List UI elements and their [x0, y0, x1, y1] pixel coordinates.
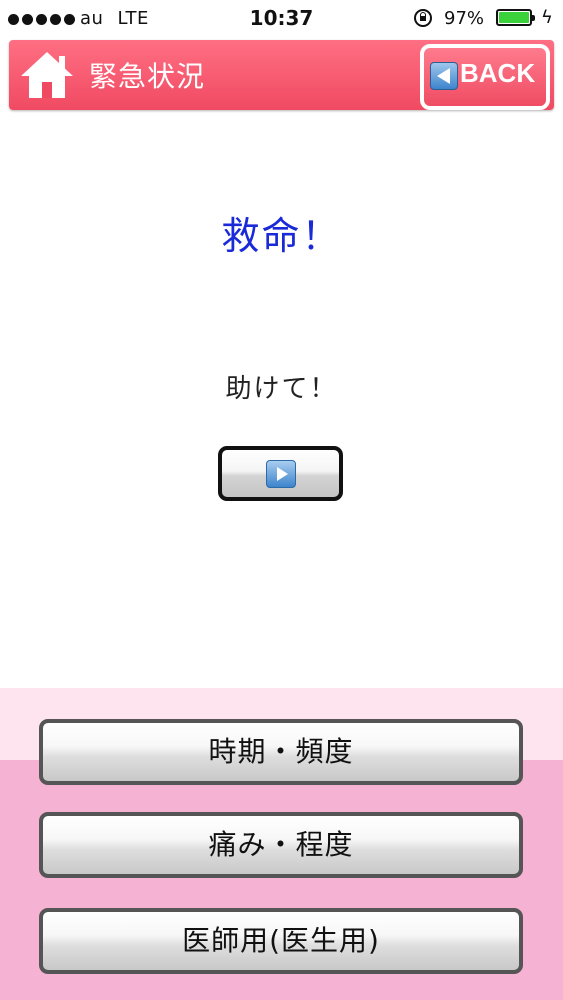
menu-button-for-doctor[interactable]: 医師用(医生用) [39, 908, 523, 974]
bottom-menu-panel: 時期・頻度 痛み・程度 医師用(医生用) [0, 688, 563, 1000]
play-icon [266, 460, 296, 488]
menu-button-timing-frequency[interactable]: 時期・頻度 [39, 719, 523, 785]
phrase-text: 助けて！ [225, 374, 338, 404]
page-title: 緊急状況 [89, 60, 206, 93]
back-button[interactable]: BACK [420, 44, 550, 110]
back-button-label: BACK [460, 58, 536, 88]
home-icon[interactable] [17, 48, 77, 102]
status-bar: au LTE 10:37 97% ϟ [0, 0, 563, 38]
battery-icon [496, 9, 535, 26]
menu-button-pain-degree[interactable]: 痛み・程度 [39, 812, 523, 878]
play-audio-button[interactable] [218, 446, 343, 501]
battery-percent: 97% [444, 8, 485, 29]
charging-icon: ϟ [541, 7, 553, 28]
lock-icon [414, 9, 432, 27]
back-arrow-icon [430, 62, 458, 90]
phrase-title: 救命！ [221, 214, 342, 258]
header-bar: 緊急状況 BACK [9, 40, 554, 110]
